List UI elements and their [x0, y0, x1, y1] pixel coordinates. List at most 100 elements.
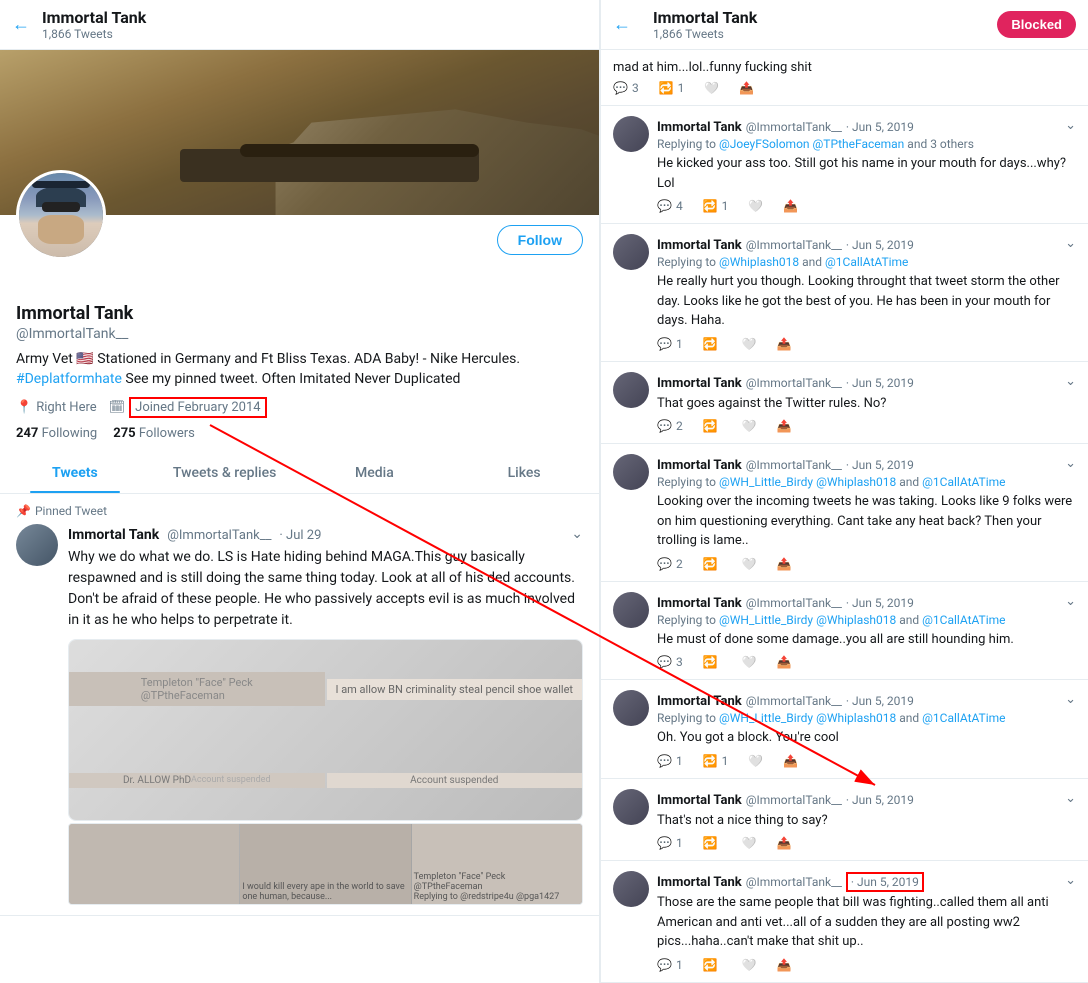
like-action[interactable]: 🤍 [742, 557, 757, 571]
thread-tweet-body: Immortal Tank @ImmortalTank__ · Jun 5, 2… [657, 454, 1076, 571]
profile-handle: @ImmortalTank__ [16, 326, 583, 342]
tab-tweets-replies[interactable]: Tweets & replies [150, 453, 300, 493]
thread-author-line: Immortal Tank @ImmortalTank__ · Jun 5, 2… [657, 690, 1076, 709]
reply-action[interactable]: 💬 4 [657, 199, 683, 213]
retweet-action[interactable]: 🔁 [703, 836, 722, 850]
thread-tweet-body: Immortal Tank @ImmortalTank__ · Jun 5, 2… [657, 592, 1076, 670]
thread-tweet-5: Immortal Tank @ImmortalTank__ · Jun 5, 2… [601, 680, 1088, 779]
share-action[interactable]: 📤 [777, 655, 792, 669]
share-action[interactable]: 📤 [777, 419, 792, 433]
reply-action[interactable]: 💬 1 [657, 958, 683, 972]
thread-author: Immortal Tank [657, 120, 742, 135]
share-icon: 📤 [739, 81, 754, 95]
avatar-wrapper [16, 170, 106, 260]
share-action[interactable]: 📤 [777, 337, 792, 351]
retweet-icon: 🔁 [659, 81, 674, 95]
retweet-action[interactable]: 🔁 1 [659, 81, 685, 95]
tab-media[interactable]: Media [300, 453, 450, 493]
tweet-avatar [16, 524, 58, 566]
tweet-image-grid: Templeton "Face" Peck@TPtheFaceman I am … [68, 639, 583, 821]
tweet-chevron[interactable]: ⌄ [571, 526, 583, 542]
thread-chevron[interactable]: ⌄ [1065, 374, 1076, 389]
like-action[interactable]: 🤍 [742, 958, 757, 972]
share-action[interactable]: 📤 [783, 754, 798, 768]
thread-chevron[interactable]: ⌄ [1065, 236, 1076, 251]
tab-tweets[interactable]: Tweets [0, 453, 150, 493]
thread-author-line: Immortal Tank @ImmortalTank__ · Jun 5, 2… [657, 234, 1076, 253]
thread-author: Immortal Tank [657, 238, 742, 253]
right-panel: ← Immortal Tank 1,866 Tweets Blocked mad… [600, 0, 1088, 983]
thread-tweet-header: Immortal Tank @ImmortalTank__ · Jun 5, 2… [613, 234, 1076, 351]
followers-stat[interactable]: 275 Followers [113, 426, 195, 441]
thread-chevron[interactable]: ⌄ [1065, 692, 1076, 707]
like-action[interactable]: 🤍 [742, 836, 757, 850]
profile-name-area: Immortal Tank @ImmortalTank__ Army Vet 🇺… [16, 303, 583, 441]
back-button[interactable]: ← [12, 14, 30, 35]
share-icon: 📤 [777, 419, 792, 433]
tweet-image-row-2: I would kill every ape in the world to s… [68, 823, 583, 905]
joined-meta: 🗓 Joined February 2014 [109, 397, 267, 418]
share-action[interactable]: 📤 [777, 958, 792, 972]
thread-chevron[interactable]: ⌄ [1065, 456, 1076, 471]
reply-action[interactable]: 💬 3 [613, 81, 639, 95]
bio-hashtag[interactable]: #Deplatformhate [16, 371, 122, 387]
thread-chevron[interactable]: ⌄ [1065, 791, 1076, 806]
profile-meta: 📍 Right Here 🗓 Joined February 2014 [16, 397, 583, 418]
retweet-icon: 🔁 [703, 419, 718, 433]
reply-action[interactable]: 💬 1 [657, 754, 683, 768]
thread-date: · Jun 5, 2019 [846, 376, 914, 390]
follow-button[interactable]: Follow [497, 225, 583, 255]
retweet-action[interactable]: 🔁 [703, 655, 722, 669]
like-action[interactable]: 🤍 [748, 754, 763, 768]
thread-text: That's not a nice thing to say? [657, 811, 1076, 831]
retweet-action[interactable]: 🔁 1 [703, 199, 729, 213]
like-action[interactable]: 🤍 [742, 337, 757, 351]
like-action[interactable]: 🤍 [742, 419, 757, 433]
retweet-action[interactable]: 🔁 1 [703, 754, 729, 768]
share-icon: 📤 [783, 754, 798, 768]
reply-action[interactable]: 💬 1 [657, 836, 683, 850]
reply-count: 2 [676, 419, 683, 433]
retweet-action[interactable]: 🔁 [703, 419, 722, 433]
reply-action[interactable]: 💬 2 [657, 419, 683, 433]
thread-author-line: Immortal Tank @ImmortalTank__ · Jun 5, 2… [657, 454, 1076, 473]
pinned-tweet: Immortal Tank @ImmortalTank__ · Jul 29 ⌄… [16, 524, 583, 905]
like-action[interactable]: 🤍 [704, 81, 719, 95]
retweet-action[interactable]: 🔁 [703, 337, 722, 351]
thread-handle: @ImmortalTank__ [746, 120, 842, 134]
blocked-button[interactable]: Blocked [997, 11, 1076, 38]
like-icon: 🤍 [748, 754, 763, 768]
thread-chevron[interactable]: ⌄ [1065, 594, 1076, 609]
thread-handle: @ImmortalTank__ [746, 458, 842, 472]
pinned-tweet-container: 📌 Pinned Tweet Immortal Tank @ImmortalTa… [0, 494, 599, 916]
tab-likes[interactable]: Likes [449, 453, 599, 493]
right-header: ← Immortal Tank 1,866 Tweets Blocked [601, 0, 1088, 50]
like-action[interactable]: 🤍 [742, 655, 757, 669]
share-icon: 📤 [777, 337, 792, 351]
retweet-action[interactable]: 🔁 [703, 958, 722, 972]
like-action[interactable]: 🤍 [748, 199, 763, 213]
reply-action[interactable]: 💬 1 [657, 337, 683, 351]
thread-actions: 💬 1 🔁 🤍 📤 [657, 958, 1076, 972]
thread-author: Immortal Tank [657, 793, 742, 808]
retweet-action[interactable]: 🔁 [703, 557, 722, 571]
thread-chevron[interactable]: ⌄ [1065, 873, 1076, 888]
thread-author-info: Immortal Tank @ImmortalTank__ · Jun 5, 2… [657, 592, 914, 611]
reply-count: 1 [676, 836, 683, 850]
following-stat[interactable]: 247 Following [16, 426, 97, 441]
thread-author: Immortal Tank [657, 376, 742, 391]
right-back-button[interactable]: ← [613, 14, 631, 35]
share-action[interactable]: 📤 [783, 199, 798, 213]
thread-date: · Jun 5, 2019 [846, 694, 914, 708]
reply-count: 4 [676, 199, 683, 213]
share-action[interactable]: 📤 [739, 81, 754, 95]
thread-handle: @ImmortalTank__ [746, 596, 842, 610]
share-action[interactable]: 📤 [777, 836, 792, 850]
right-header-left: ← Immortal Tank 1,866 Tweets [613, 8, 757, 41]
reply-action[interactable]: 💬 2 [657, 557, 683, 571]
share-action[interactable]: 📤 [777, 557, 792, 571]
thread-tweet-body: Immortal Tank @ImmortalTank__ · Jun 5, 2… [657, 116, 1076, 213]
thread-chevron[interactable]: ⌄ [1065, 118, 1076, 133]
reply-action[interactable]: 💬 3 [657, 655, 683, 669]
thread-actions: 💬 1 🔁 1 🤍 📤 [657, 754, 1076, 768]
